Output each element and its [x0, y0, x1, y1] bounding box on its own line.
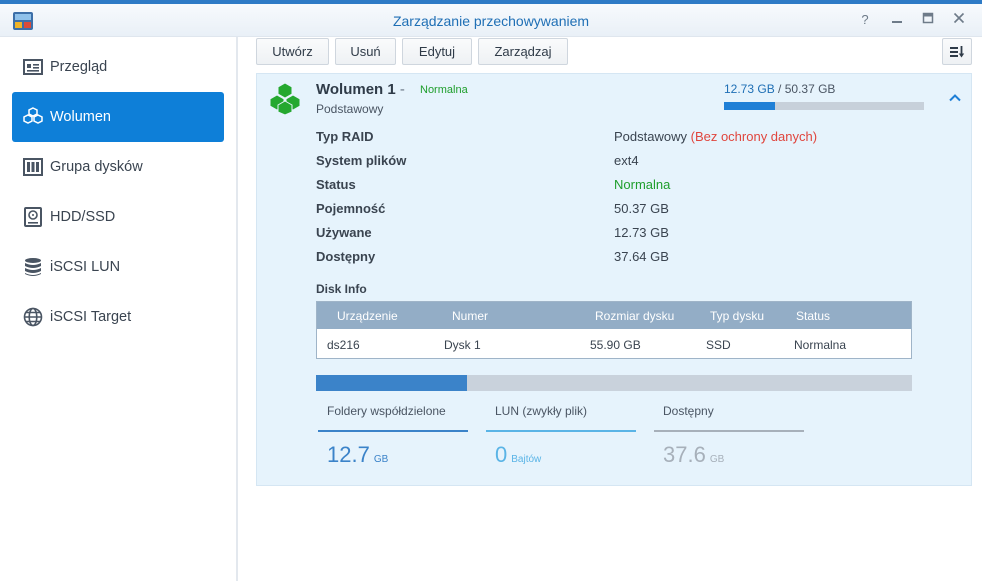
sidebar-item-label: Grupa dysków [50, 159, 143, 175]
prop-value-available: 37.64 GB [614, 249, 669, 264]
prop-label-used: Używane [316, 225, 372, 240]
column-header-number[interactable]: Numer [452, 309, 488, 323]
disk-group-icon [22, 156, 44, 178]
cell-disk-type: SSD [706, 338, 731, 352]
close-icon[interactable] [951, 12, 967, 28]
sort-icon [950, 45, 965, 57]
volume-name-dash: - [399, 81, 405, 98]
prop-label-filesystem: System plików [316, 153, 407, 168]
category-value-unit: Bajtów [511, 454, 542, 465]
prop-value-raid-text: Podstawowy [614, 129, 687, 144]
help-icon[interactable]: ? [857, 12, 873, 28]
edit-button[interactable]: Edytuj [402, 38, 472, 65]
create-button[interactable]: Utwórz [256, 38, 329, 65]
sidebar-item-iscsi-lun[interactable]: iSCSI LUN [12, 242, 224, 292]
disk-info-table: Urządzenie Numer Rozmiar dysku Typ dysku… [316, 301, 912, 359]
category-label: Dostępny [663, 404, 714, 418]
category-shared-folders: Foldery współdzielone 12.7 GB [318, 402, 468, 468]
usage-separator: / [778, 82, 782, 96]
sidebar-item-label: HDD/SSD [50, 209, 116, 225]
volume-cubes-icon [269, 82, 301, 116]
sidebar-item-volume[interactable]: Wolumen [12, 92, 224, 142]
volume-type: Podstawowy [316, 102, 384, 116]
prop-label-status: Status [316, 177, 356, 192]
category-value-unit: GB [373, 454, 389, 465]
title-bar: Zarządzanie przechowywaniem ? [0, 4, 982, 37]
usage-bar-fill [724, 102, 775, 110]
sidebar-item-label: iSCSI LUN [50, 259, 121, 275]
cell-number: Dysk 1 [444, 338, 481, 352]
sidebar-item-hdd-ssd[interactable]: HDD/SSD [12, 192, 224, 242]
chevron-up-icon[interactable] [947, 90, 963, 106]
overview-icon [22, 56, 44, 78]
hdd-icon [22, 206, 44, 228]
column-header-disk-size[interactable]: Rozmiar dysku [595, 309, 674, 323]
usage-text: 12.73 GB / 50.37 GB [724, 82, 835, 96]
category-value-number: 0 [495, 442, 508, 467]
category-value-number: 37.6 [663, 442, 706, 467]
sidebar-item-label: Wolumen [50, 109, 111, 125]
sidebar-item-label: Przegląd [50, 59, 108, 75]
volume-status: Normalna [420, 84, 468, 96]
disk-table-header: Urządzenie Numer Rozmiar dysku Typ dysku… [317, 302, 911, 329]
prop-value-filesystem: ext4 [614, 153, 639, 168]
category-value: 0 Bajtów [486, 432, 636, 468]
database-icon [22, 256, 44, 278]
manage-button[interactable]: Zarządzaj [478, 38, 568, 65]
category-lun: LUN (zwykły plik) 0 Bajtów [486, 402, 636, 468]
sidebar-item-label: iSCSI Target [50, 309, 132, 325]
sidebar: Przegląd Wolumen Grupa dysków HDD/SSD iS… [0, 37, 238, 581]
cell-status: Normalna [794, 338, 847, 352]
disk-info-title: Disk Info [316, 282, 367, 296]
globe-icon [22, 306, 44, 328]
window-title: Zarządzanie przechowywaniem [392, 13, 590, 29]
prop-label-raid: Typ RAID [316, 129, 374, 144]
sidebar-item-overview[interactable]: Przegląd [12, 42, 224, 92]
category-label: Foldery współdzielone [327, 404, 446, 418]
prop-label-capacity: Pojemność [316, 201, 386, 216]
prop-value-raid-warning: (Bez ochrony danych) [690, 129, 818, 144]
category-available: Dostępny 37.6 GB [654, 402, 804, 468]
cubes-icon [22, 106, 44, 128]
column-header-device[interactable]: Urządzenie [337, 309, 398, 323]
minimize-icon[interactable] [889, 12, 905, 28]
cell-disk-size: 55.90 GB [590, 338, 641, 352]
prop-value-raid: Podstawowy (Bez ochrony danych) [614, 129, 817, 144]
category-label: LUN (zwykły plik) [495, 404, 588, 418]
prop-value-status: Normalna [614, 177, 671, 192]
volume-name-text: Wolumen 1 [316, 81, 396, 98]
maximize-icon[interactable] [920, 12, 936, 28]
usage-bar [724, 102, 924, 110]
sidebar-item-disk-group[interactable]: Grupa dysków [12, 142, 224, 192]
usage-used: 12.73 GB [724, 82, 775, 96]
prop-value-capacity: 50.37 GB [614, 201, 669, 216]
category-value: 12.7 GB [318, 432, 468, 468]
column-header-disk-type[interactable]: Typ dysku [710, 309, 764, 323]
distribution-bar [316, 375, 912, 391]
sort-button[interactable] [942, 38, 972, 65]
category-value-number: 12.7 [327, 442, 370, 467]
volume-panel: Wolumen 1 - Normalna Podstawowy 12.73 GB… [256, 73, 972, 486]
column-header-status[interactable]: Status [796, 309, 830, 323]
sidebar-item-iscsi-target[interactable]: iSCSI Target [12, 292, 224, 342]
category-value: 37.6 GB [654, 432, 804, 468]
prop-value-used: 12.73 GB [614, 225, 669, 240]
prop-label-available: Dostępny [316, 249, 376, 264]
remove-button[interactable]: Usuń [335, 38, 396, 65]
distribution-bar-shared-fill [316, 375, 467, 391]
cell-device: ds216 [327, 338, 360, 352]
category-value-unit: GB [709, 454, 725, 465]
usage-total: 50.37 GB [784, 82, 836, 96]
volume-name: Wolumen 1 - [316, 81, 405, 98]
